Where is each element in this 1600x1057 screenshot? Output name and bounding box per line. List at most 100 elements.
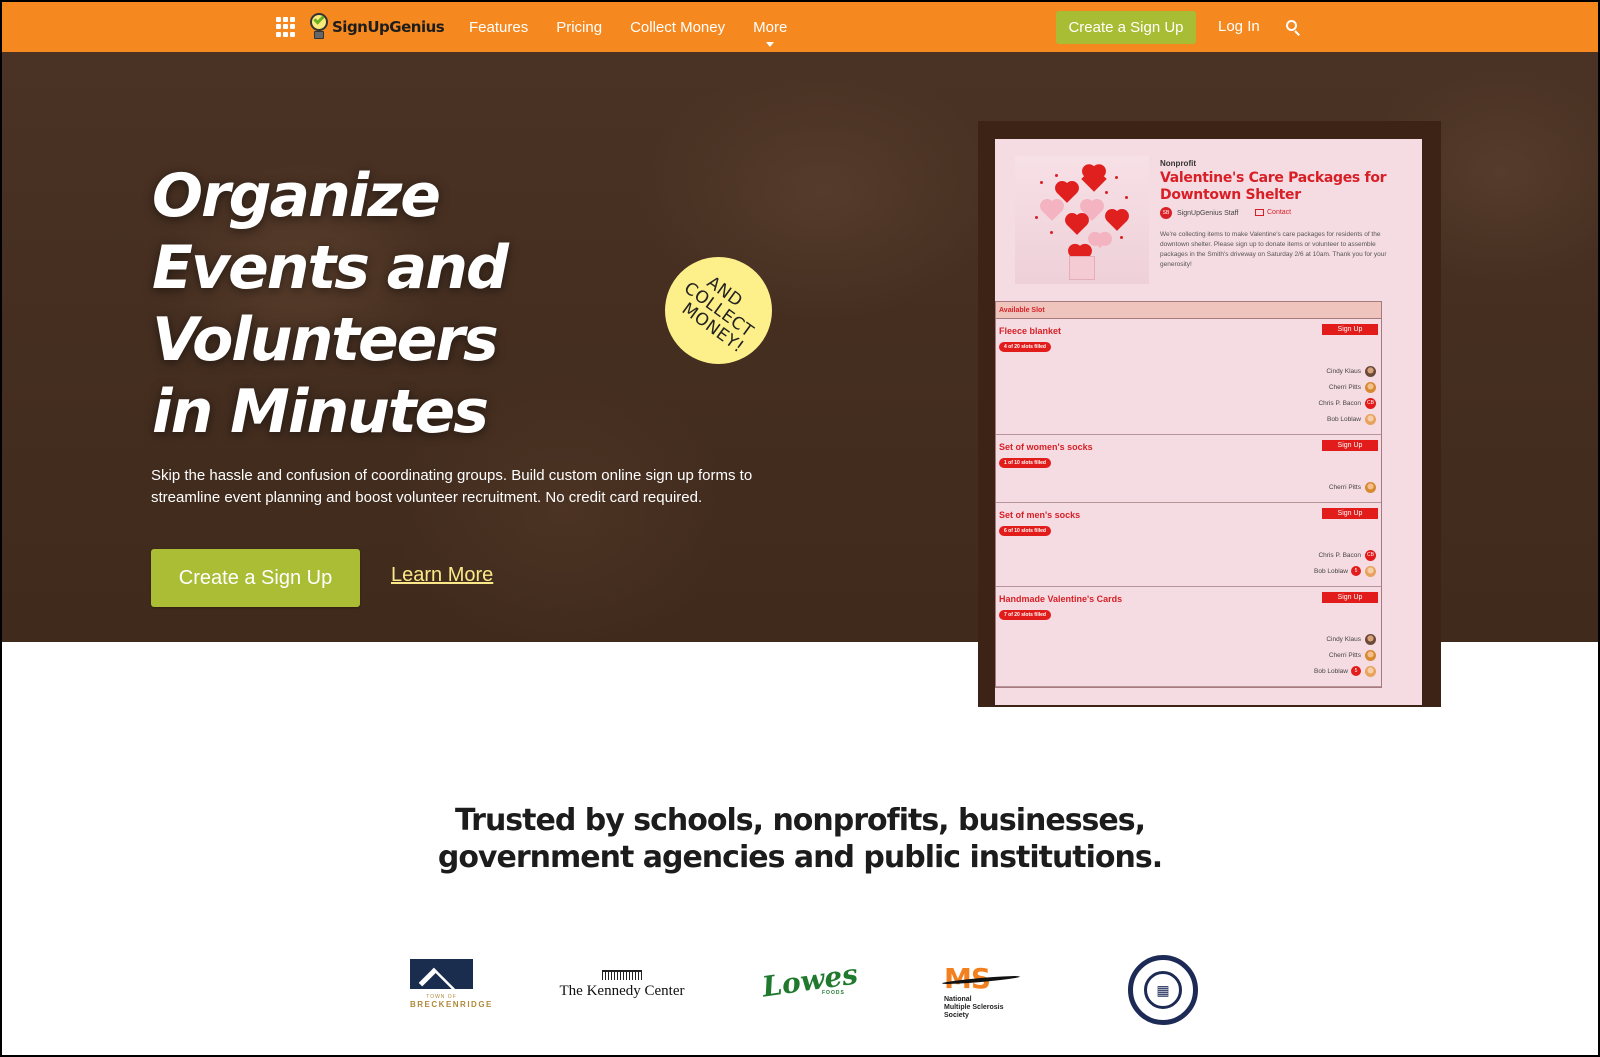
avatar <box>1365 649 1376 661</box>
signup-entry: Bob Loblaw 5 <box>1314 563 1376 579</box>
avatar <box>1365 413 1376 425</box>
hero-title-line: Organize <box>152 161 441 231</box>
page: SignUpGenius Features Pricing Collect Mo… <box>2 2 1598 1055</box>
kennedy-center-logo: The Kennedy Center <box>556 970 688 1000</box>
slot-count-badge: 6 of 10 slots filled <box>999 526 1051 536</box>
signup-title: Valentine's Care Packages for Downtown S… <box>1160 170 1387 203</box>
signup-entry: Cindy Klaus <box>1314 631 1376 647</box>
trusted-line: government agencies and public instituti… <box>437 840 1163 875</box>
breckenridge-name: BRECKENRIDGE <box>410 1000 493 1009</box>
avatar <box>1365 565 1376 577</box>
mail-icon <box>1255 209 1264 216</box>
trusted-heading: Trusted by schools, nonprofits, business… <box>2 802 1598 876</box>
signup-name: Cherri Pitts <box>1328 483 1361 491</box>
avatar <box>1365 481 1376 493</box>
signup-entry: Bob Loblaw <box>1318 411 1376 427</box>
hero-subtitle: Skip the hassle and confusion of coordin… <box>151 467 753 506</box>
lowes-foods-logo: Lowes FOODS <box>760 957 860 1003</box>
signup-name: Cindy Klaus <box>1326 635 1361 643</box>
signup-name: Chris P. Bacon <box>1318 551 1361 559</box>
nav-link-more-label: More <box>753 18 788 36</box>
lowes-sub: FOODS <box>822 990 845 996</box>
hero-title-line: Volunteers <box>152 305 499 375</box>
slot-signups: Cindy Klaus Cherri Pitts Bob Loblaw 5 <box>1314 631 1376 679</box>
hero-title: Organize Events and Volunteers in Minute… <box>152 160 572 448</box>
search-icon[interactable] <box>1286 20 1302 36</box>
quantity-badge: 5 <box>1351 566 1361 576</box>
signup-name: Cindy Klaus <box>1326 367 1361 375</box>
slot-signups: Cindy Klaus Cherri Pitts Chris P. Bacon CB B… <box>1318 363 1376 427</box>
book-icon: ▦ <box>1144 971 1182 1009</box>
signup-entry: Chris P. Bacon CB <box>1318 395 1376 411</box>
nav-link-features[interactable]: Features <box>469 19 528 36</box>
slot-signup-button[interactable]: Sign Up <box>1322 508 1378 519</box>
avatar <box>1365 633 1376 645</box>
nav-create-signup-button[interactable]: Create a Sign Up <box>1056 11 1196 44</box>
signup-name: Bob Loblaw <box>1314 567 1348 575</box>
quantity-badge: 5 <box>1351 666 1361 676</box>
organizer-name: SignUpGenius Staff <box>1177 209 1239 217</box>
nav-link-collect-money[interactable]: Collect Money <box>630 19 725 36</box>
hero-create-signup-button[interactable]: Create a Sign Up <box>151 549 360 607</box>
learn-more-link[interactable]: Learn More <box>391 564 493 587</box>
trusted-line: Trusted by schools, nonprofits, business… <box>454 803 1146 838</box>
ms-line: Multiple Sclerosis <box>944 1004 1004 1011</box>
nav-link-more[interactable]: More <box>753 18 788 47</box>
avatar <box>1365 381 1376 393</box>
gift-box-image <box>1069 256 1095 280</box>
signup-entry: Bob Loblaw 5 <box>1314 663 1376 679</box>
slot-row: Handmade Valentine's Cards Sign Up 7 of 20… <box>996 587 1381 687</box>
slot-name: Fleece blanket <box>999 326 1062 336</box>
signup-name: Bob Loblaw <box>1314 667 1348 675</box>
slot-name: Set of women's socks <box>999 442 1093 452</box>
apps-grid-icon[interactable] <box>276 17 296 37</box>
slot-count-badge: 4 of 20 slots filled <box>999 342 1051 352</box>
contact-label: Contact <box>1267 209 1292 216</box>
slot-row: Set of women's socks Sign Up 1 of 10 slots… <box>996 435 1381 503</box>
ms-society-logo: MS National Multiple Sclerosis Society <box>941 965 1024 1020</box>
hero-title-line: in Minutes <box>152 377 489 447</box>
slot-name: Handmade Valentine's Cards <box>999 594 1123 604</box>
signup-entry: Cherri Pitts <box>1329 479 1376 495</box>
slot-signup-button[interactable]: Sign Up <box>1322 440 1378 451</box>
slot-signup-button[interactable]: Sign Up <box>1322 324 1378 335</box>
slot-name: Set of men's socks <box>999 510 1081 520</box>
client-logos: TOWN OF BRECKENRIDGE The Kennedy Center … <box>2 932 1598 1032</box>
top-nav: SignUpGenius Features Pricing Collect Mo… <box>2 2 1598 52</box>
hearts-image <box>1015 156 1149 284</box>
avatar: CB <box>1365 397 1376 409</box>
nav-link-pricing[interactable]: Pricing <box>556 19 602 36</box>
slot-row: Fleece blanket Sign Up 4 of 20 slots fille… <box>996 319 1381 435</box>
slot-table: Available Slot Fleece blanket Sign Up 4 of… <box>995 301 1382 688</box>
brand-name: SignUpGenius <box>332 18 445 36</box>
kennedy-building-icon <box>602 970 642 980</box>
ontario-montclair-logo: ▦ <box>1128 955 1198 1025</box>
kennedy-name: The Kennedy Center <box>559 983 685 999</box>
nav-links: Features Pricing Collect Money More <box>469 2 815 52</box>
signup-description: We're collecting items to make Valentine… <box>1160 231 1387 268</box>
ms-line: National <box>944 996 972 1003</box>
lowes-name: Lowes <box>760 957 860 1004</box>
signup-entry: Cherri Pitts <box>1314 647 1376 663</box>
nav-login-link[interactable]: Log In <box>1218 18 1260 35</box>
avatar <box>1365 365 1376 377</box>
slot-table-header: Available Slot <box>996 302 1381 319</box>
caret-down-icon <box>766 41 775 47</box>
signup-name: Bob Loblaw <box>1327 415 1361 423</box>
signup-entry: Cindy Klaus <box>1318 363 1376 379</box>
slot-signups: Cherri Pitts <box>1329 479 1376 495</box>
signup-name: Cherri Pitts <box>1328 383 1361 391</box>
ms-line: Society <box>944 1012 969 1019</box>
signup-entry: Cherri Pitts <box>1318 379 1376 395</box>
slot-signup-button[interactable]: Sign Up <box>1322 592 1378 603</box>
organizer-avatar: SB <box>1160 207 1172 219</box>
signup-name: Chris P. Bacon <box>1318 399 1361 407</box>
signup-category: Nonprofit <box>1160 159 1196 168</box>
collect-money-badge: AND COLLECT MONEY! <box>665 257 772 364</box>
avatar <box>1365 665 1376 677</box>
contact-link[interactable]: Contact <box>1255 209 1291 216</box>
lightbulb-icon <box>308 12 330 42</box>
signup-preview: Nonprofit Valentine's Care Packages for … <box>995 139 1422 705</box>
brand-logo[interactable]: SignUpGenius <box>308 12 445 42</box>
hero-title-line: Events and <box>152 233 509 303</box>
